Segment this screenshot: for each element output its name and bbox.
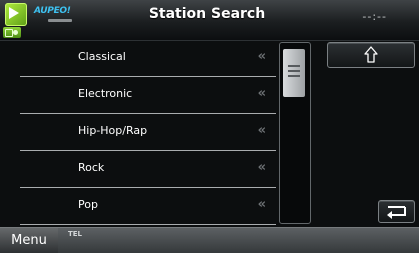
scroll-thumb[interactable] <box>283 49 305 97</box>
play-arrow-icon <box>9 7 19 19</box>
header-bar: AUPEO! Station Search --:-- <box>0 0 419 41</box>
scroll-grip-icon <box>288 65 300 67</box>
status-bar: Menu TEL <box>0 227 419 253</box>
list-item[interactable]: Hip-Hop/Rap « <box>20 114 276 151</box>
chevron-left-icon: « <box>257 123 266 138</box>
source-switch-square <box>5 29 13 37</box>
scroll-grip-icon <box>288 70 300 72</box>
list-item[interactable]: Pop « <box>20 188 276 225</box>
source-switch-icon[interactable] <box>3 27 21 38</box>
up-arrow-icon <box>364 46 378 63</box>
page-title: Station Search <box>148 6 266 22</box>
list-item-label: Pop <box>78 198 98 211</box>
chevron-left-icon: « <box>257 160 266 175</box>
play-source-icon[interactable] <box>5 3 27 26</box>
list-item-label: Hip-Hop/Rap <box>78 124 148 137</box>
brand-tagline-bar <box>48 19 72 22</box>
list-item[interactable]: Rock « <box>20 151 276 188</box>
tel-indicator: TEL <box>68 230 83 238</box>
up-button[interactable] <box>327 42 415 68</box>
return-icon <box>387 206 406 219</box>
list-item-label: Electronic <box>78 87 133 100</box>
chevron-left-icon: « <box>257 197 266 212</box>
list-item[interactable]: Electronic « <box>20 77 276 114</box>
scroll-grip-icon <box>288 75 300 77</box>
clock: --:-- <box>362 10 387 23</box>
scrollbar[interactable] <box>279 42 311 224</box>
list-item[interactable]: Classical « <box>20 40 276 77</box>
list-item-label: Rock <box>78 161 105 174</box>
back-button[interactable] <box>378 200 415 223</box>
chevron-left-icon: « <box>257 49 266 64</box>
list-item-label: Classical <box>78 50 126 63</box>
station-list: Classical « Electronic « Hip-Hop/Rap « R… <box>20 40 276 225</box>
source-brand-logo: AUPEO! <box>34 6 71 16</box>
source-switch-dot <box>13 30 18 35</box>
menu-button[interactable]: Menu <box>0 228 58 253</box>
chevron-left-icon: « <box>257 86 266 101</box>
